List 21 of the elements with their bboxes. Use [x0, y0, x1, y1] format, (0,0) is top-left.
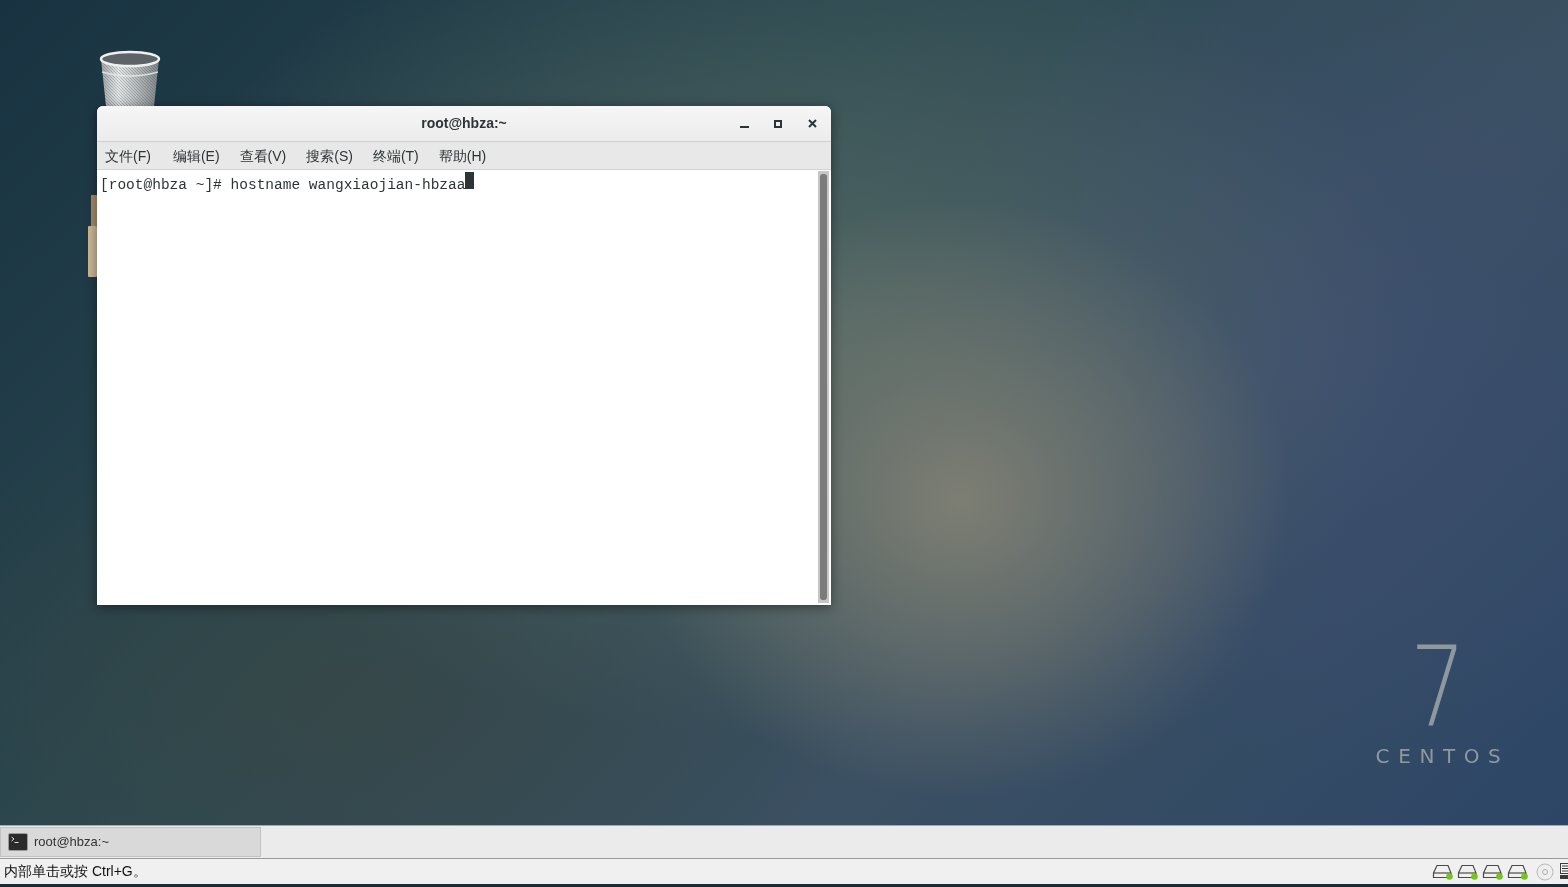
- trash-icon[interactable]: [99, 50, 161, 106]
- menu-item[interactable]: 搜索(S): [296, 143, 363, 168]
- maximize-icon: [774, 119, 782, 128]
- menu-item[interactable]: 文件(F): [97, 143, 163, 168]
- logo-numeral: 7: [1409, 632, 1466, 742]
- close-icon: [807, 119, 817, 128]
- scrollbar[interactable]: [818, 171, 829, 603]
- menu-item[interactable]: 查看(V): [229, 143, 297, 168]
- device-icon[interactable]: [1560, 863, 1568, 880]
- status-hint: 内部单击或按 Ctrl+G。: [3, 862, 147, 881]
- menu-item[interactable]: 帮助(H): [428, 143, 497, 168]
- file-icon[interactable]: [88, 195, 97, 277]
- menu-item[interactable]: 终端(T): [362, 143, 429, 168]
- terminal-icon: [8, 833, 28, 851]
- logo-wordmark: CENTOS: [1374, 746, 1510, 766]
- terminal-line: [root@hbza ~]# hostname wangxiaojian-hbzaa: [100, 177, 466, 194]
- taskbar-button[interactable]: root@hbza:~: [0, 827, 261, 857]
- text-cursor-icon: [465, 172, 475, 189]
- window-title: root@hbza:~: [421, 114, 507, 133]
- minimize-icon: [739, 126, 749, 128]
- menu-item[interactable]: 编辑(E): [162, 143, 230, 168]
